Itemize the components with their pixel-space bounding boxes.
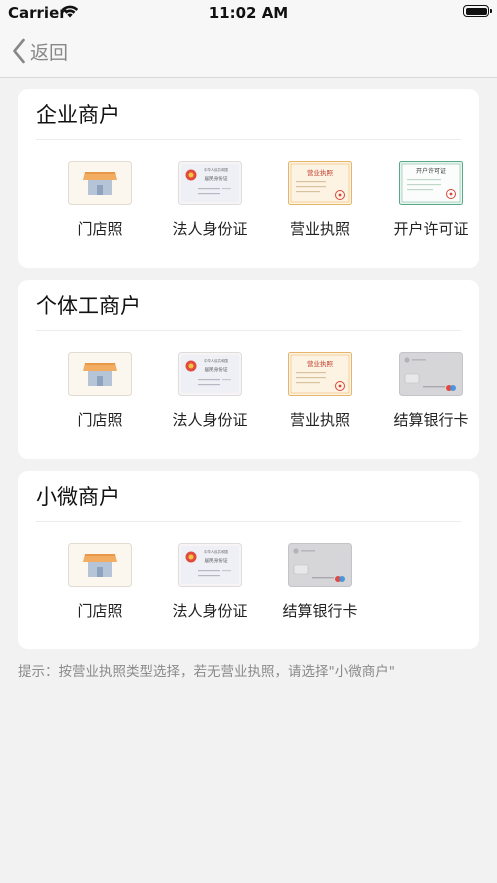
navigation-bar: 返回 [0, 28, 497, 78]
document-label: 法人身份证 [172, 220, 248, 238]
status-bar: Carrier 11:02 AM [0, 0, 497, 28]
svg-text:开户许可证: 开户许可证 [416, 167, 446, 175]
storefront-photo-icon [68, 352, 132, 396]
document-option[interactable]: 门店照 [45, 352, 155, 430]
bank-card-icon [288, 543, 352, 587]
clock: 11:02 AM [208, 4, 289, 22]
account-permit-icon: 开户许可证 [399, 161, 463, 205]
document-option[interactable]: 营业执照 营业执照 [265, 352, 375, 430]
document-label: 营业执照 [289, 220, 350, 238]
divider [36, 521, 461, 522]
hint-text: 提示：按营业执照类型选择，若无营业执照，请选择"小微商户" [18, 664, 395, 680]
bank-card-icon [399, 352, 463, 396]
section-title: 企业商户 [36, 103, 120, 127]
storefront-photo-icon [68, 161, 132, 205]
document-label: 结算银行卡 [282, 602, 358, 620]
svg-text:居民身份证: 居民身份证 [205, 366, 228, 373]
svg-text:居民身份证: 居民身份证 [205, 557, 228, 564]
merchant-type-card: 小微商户 门店照 中华人民共和国 居民身份证 法人身份证 结算银行卡 [18, 471, 479, 649]
storefront-photo-icon [68, 543, 132, 587]
document-option[interactable]: 营业执照 营业执照 [265, 161, 375, 239]
document-option[interactable]: 中华人民共和国 居民身份证 法人身份证 [155, 161, 265, 239]
document-option[interactable]: 门店照 [45, 543, 155, 621]
document-option[interactable]: 中华人民共和国 居民身份证 法人身份证 [155, 543, 265, 621]
id-card-icon: 中华人民共和国 居民身份证 [178, 161, 242, 205]
document-label: 营业执照 [289, 411, 350, 429]
id-card-icon: 中华人民共和国 居民身份证 [178, 543, 242, 587]
document-label: 门店照 [77, 411, 123, 429]
svg-text:居民身份证: 居民身份证 [205, 175, 228, 182]
document-label: 开户许可证 [393, 220, 469, 238]
divider [36, 139, 461, 140]
document-label: 门店照 [77, 602, 123, 620]
svg-text:中华人民共和国: 中华人民共和国 [204, 358, 228, 363]
document-label: 门店照 [77, 220, 123, 238]
chevron-left-icon [13, 38, 25, 64]
divider [36, 330, 461, 331]
svg-text:中华人民共和国: 中华人民共和国 [204, 549, 228, 554]
id-card-icon: 中华人民共和国 居民身份证 [178, 352, 242, 396]
merchant-type-card: 个体工商户 门店照 中华人民共和国 居民身份证 法人身份证 营业执照 营业执照 … [18, 280, 479, 459]
document-option[interactable]: 门店照 [45, 161, 155, 239]
merchant-type-card: 企业商户 门店照 中华人民共和国 居民身份证 法人身份证 营业执照 营业执照 开… [18, 89, 479, 268]
section-title: 个体工商户 [36, 294, 141, 318]
document-label: 法人身份证 [172, 411, 248, 429]
document-option[interactable]: 开户许可证 开户许可证 [376, 161, 486, 239]
business-license-icon: 营业执照 [288, 161, 352, 205]
battery-icon [463, 5, 492, 17]
svg-text:中华人民共和国: 中华人民共和国 [204, 167, 228, 172]
back-label: 返回 [30, 41, 69, 64]
svg-text:营业执照: 营业执照 [307, 168, 334, 177]
document-option[interactable]: 结算银行卡 [376, 352, 486, 430]
back-button[interactable]: 返回 [12, 36, 68, 66]
document-option[interactable]: 中华人民共和国 居民身份证 法人身份证 [155, 352, 265, 430]
document-label: 法人身份证 [172, 602, 248, 620]
document-label: 结算银行卡 [393, 411, 469, 429]
document-option[interactable]: 结算银行卡 [265, 543, 375, 621]
svg-text:营业执照: 营业执照 [307, 359, 334, 368]
business-license-icon: 营业执照 [288, 352, 352, 396]
section-title: 小微商户 [36, 485, 120, 509]
